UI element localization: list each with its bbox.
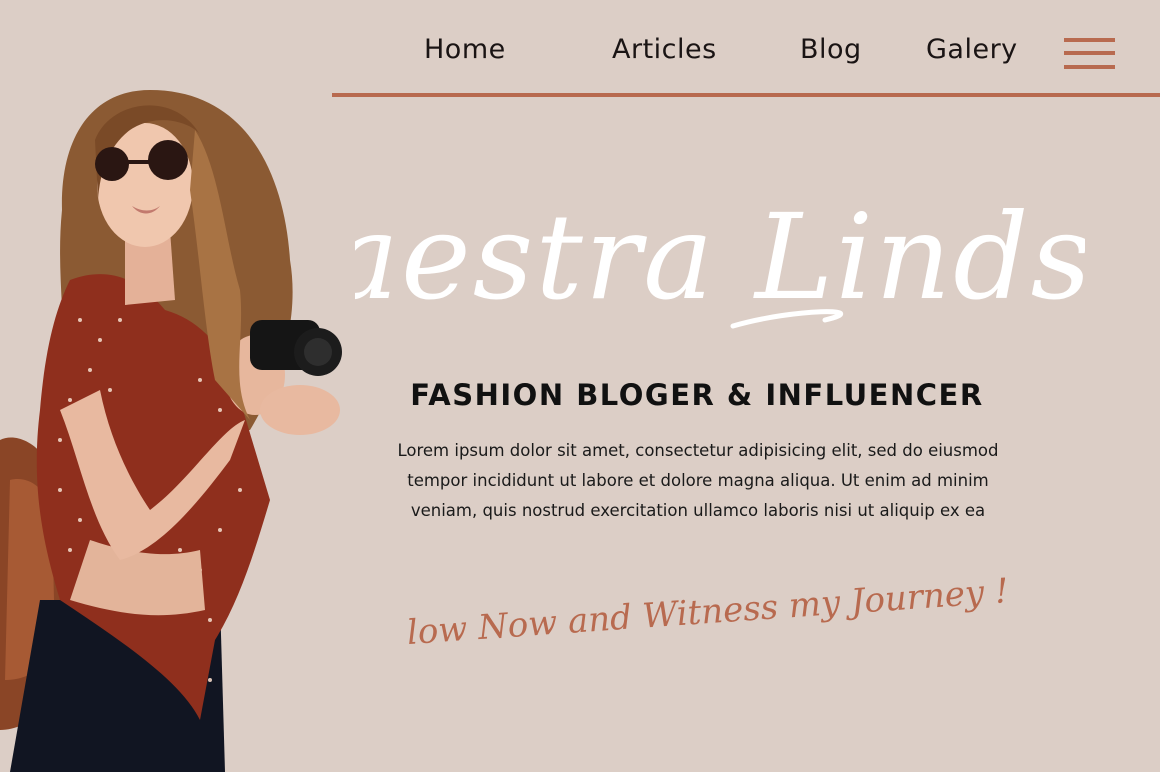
top-navigation: Home Articles Blog Galery: [332, 0, 1160, 98]
nav-blog-link[interactable]: Blog: [800, 34, 862, 65]
nav-articles-link[interactable]: Articles: [612, 34, 717, 65]
tagline-text: Follow Now and Witness my Journey !!!: [405, 569, 1005, 657]
intro-paragraph: Lorem ipsum dolor sit amet, consectetur …: [397, 441, 999, 520]
nav-divider: [332, 93, 1160, 97]
name-title-text: Maestra Lindsay: [355, 188, 1085, 326]
script-name-title: Maestra Lindsay: [355, 188, 1085, 329]
nav-galery-link[interactable]: Galery: [926, 34, 1018, 65]
tagline-script: Follow Now and Witness my Journey !!!: [405, 569, 1005, 657]
subtitle-heading: FASHION BLOGER & INFLUENCER: [410, 378, 984, 412]
nav-home-link[interactable]: Home: [424, 34, 506, 65]
hamburger-menu-icon[interactable]: [1064, 38, 1115, 70]
hero-photo-woman-with-camera: [0, 90, 342, 772]
